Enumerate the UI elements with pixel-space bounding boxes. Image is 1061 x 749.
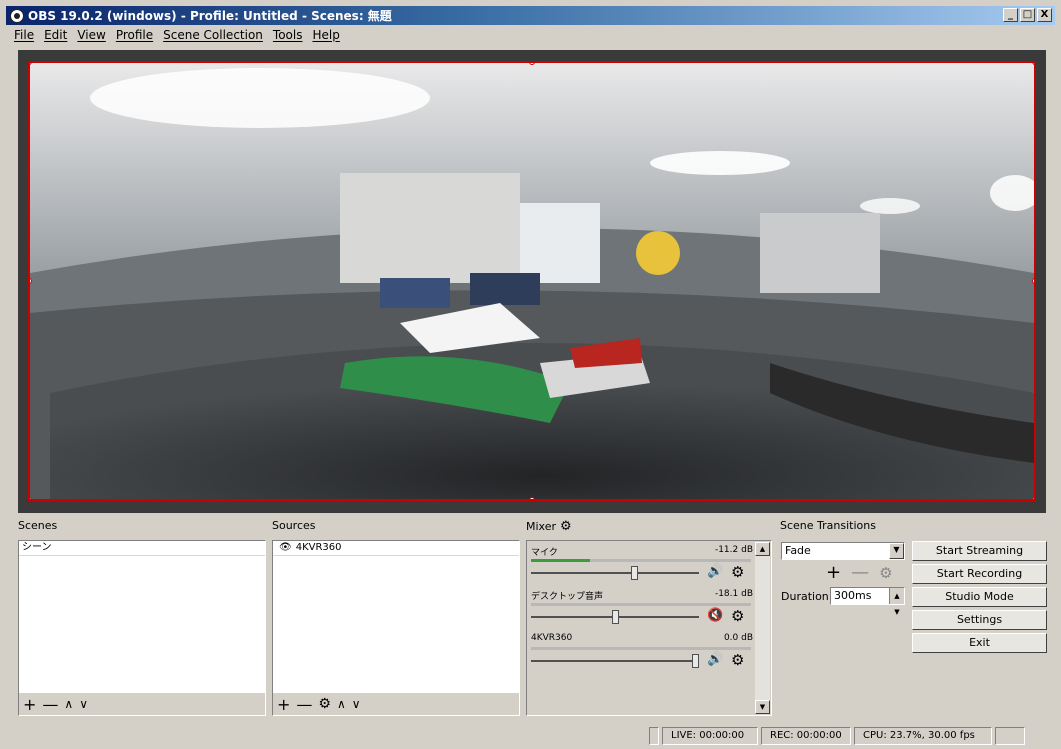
- menu-edit[interactable]: Edit: [44, 28, 67, 42]
- title-bar: OBS 19.0.2 (windows) - Profile: Untitled…: [6, 6, 1055, 25]
- scenes-panel: シーン + — ∧ ∨: [18, 540, 266, 716]
- mixer-track-db: -11.2 dB: [714, 545, 753, 555]
- menu-help[interactable]: Help: [312, 28, 339, 42]
- status-bar: LIVE: 00:00:00 REC: 00:00:00 CPU: 23.7%,…: [646, 727, 1025, 745]
- transition-gear-icon[interactable]: ⚙: [879, 564, 892, 582]
- minimize-button[interactable]: _: [1003, 8, 1018, 22]
- resize-handle-bottom[interactable]: [529, 497, 535, 499]
- obs-logo-icon: [10, 8, 24, 23]
- volume-slider-thumb[interactable]: [612, 610, 619, 624]
- sources-toolbar: + — ⚙ ∧ ∨: [273, 693, 519, 715]
- volume-slider-thumb[interactable]: [631, 566, 638, 580]
- status-spacer: [649, 727, 659, 745]
- menu-file[interactable]: File: [14, 28, 34, 42]
- scroll-up-arrow-icon[interactable]: ▲: [755, 542, 770, 556]
- volume-meter: [531, 559, 751, 562]
- status-live: LIVE: 00:00:00: [662, 727, 758, 745]
- mixer-gear-icon[interactable]: ⚙: [560, 519, 572, 534]
- volume-slider[interactable]: [531, 572, 699, 574]
- volume-slider-thumb[interactable]: [692, 654, 699, 668]
- scenes-dock-title: Scenes: [18, 519, 58, 532]
- remove-scene-button[interactable]: —: [42, 695, 58, 714]
- scene-item[interactable]: シーン: [19, 541, 265, 556]
- status-cpu: CPU: 23.7%, 30.00 fps: [854, 727, 992, 745]
- add-transition-button[interactable]: +: [826, 562, 841, 583]
- status-grip: [995, 727, 1025, 745]
- menu-tools[interactable]: Tools: [273, 28, 303, 42]
- resize-handle-top-right[interactable]: [1032, 63, 1034, 65]
- move-scene-down-button[interactable]: ∨: [79, 697, 88, 711]
- transition-select-value: Fade: [785, 544, 811, 557]
- menu-bar: File Edit View Profile Scene Collection …: [6, 26, 340, 43]
- exit-button[interactable]: Exit: [912, 633, 1047, 653]
- volume-slider[interactable]: [531, 660, 699, 662]
- window-title: OBS 19.0.2 (windows) - Profile: Untitled…: [28, 9, 392, 23]
- dropdown-arrow-icon[interactable]: ▼: [889, 543, 904, 559]
- duration-value: 300ms: [834, 589, 872, 602]
- start-streaming-button[interactable]: Start Streaming: [912, 541, 1047, 561]
- close-button[interactable]: X: [1037, 8, 1052, 22]
- source-properties-gear-icon[interactable]: ⚙: [318, 696, 331, 712]
- mixer-scrollbar[interactable]: ▲ ▼: [755, 542, 770, 714]
- source-item-label: 4KVR360: [295, 542, 342, 553]
- scroll-down-arrow-icon[interactable]: ▼: [755, 700, 770, 714]
- volume-meter: [531, 603, 751, 606]
- preview-image: [30, 63, 1034, 499]
- duration-input[interactable]: 300ms ▲ ▼: [830, 587, 905, 616]
- scenes-toolbar: + — ∧ ∨: [19, 693, 265, 715]
- studio-mode-button[interactable]: Studio Mode: [912, 587, 1047, 607]
- start-recording-button[interactable]: Start Recording: [912, 564, 1047, 584]
- mixer-track-db: 0.0 dB: [723, 633, 753, 643]
- move-scene-up-button[interactable]: ∧: [64, 697, 73, 711]
- mixer-title: Mixer: [526, 520, 557, 533]
- volume-meter: [531, 647, 751, 650]
- add-source-button[interactable]: +: [277, 695, 290, 714]
- maximize-button[interactable]: □: [1020, 8, 1035, 22]
- preview-canvas[interactable]: [28, 61, 1036, 501]
- mixer-track-name: デスクトップ音声: [531, 592, 604, 602]
- duration-label: Duration: [781, 590, 829, 603]
- menu-scene-collection[interactable]: Scene Collection: [163, 28, 263, 42]
- track-gear-icon[interactable]: ⚙: [731, 563, 744, 581]
- eye-icon[interactable]: 👁: [279, 541, 292, 555]
- remove-source-button[interactable]: —: [296, 695, 312, 714]
- volume-meter-fill: [531, 559, 591, 562]
- mixer-track-name: 4KVR360: [531, 633, 573, 643]
- move-source-up-button[interactable]: ∧: [337, 697, 346, 711]
- mixer-dock-title: Mixer ⚙: [526, 519, 572, 534]
- source-item[interactable]: 👁 4KVR360: [273, 541, 519, 556]
- track-gear-icon[interactable]: ⚙: [731, 607, 744, 625]
- mixer-track-name: マイク: [531, 548, 558, 558]
- settings-button[interactable]: Settings: [912, 610, 1047, 630]
- remove-transition-button[interactable]: —: [851, 562, 869, 583]
- menu-view[interactable]: View: [77, 28, 105, 42]
- transition-select[interactable]: Fade ▼: [781, 542, 905, 560]
- speaker-icon[interactable]: 🔊: [707, 652, 723, 667]
- track-gear-icon[interactable]: ⚙: [731, 651, 744, 669]
- mixer-track-db: -18.1 dB: [714, 589, 753, 599]
- sources-panel: 👁 4KVR360 + — ⚙ ∧ ∨: [272, 540, 520, 716]
- add-scene-button[interactable]: +: [23, 695, 36, 714]
- resize-handle-bottom-left[interactable]: [30, 497, 32, 499]
- transition-toolbar: + — ⚙: [826, 562, 893, 583]
- resize-handle-bottom-right[interactable]: [1032, 497, 1034, 499]
- sources-dock-title: Sources: [272, 519, 316, 532]
- speaker-icon[interactable]: 🔊: [707, 564, 723, 579]
- menu-profile[interactable]: Profile: [116, 28, 153, 42]
- transitions-dock-title: Scene Transitions: [780, 519, 876, 532]
- duration-spinner-icon[interactable]: ▲ ▼: [889, 588, 904, 616]
- window-controls: _ □ X: [1003, 8, 1052, 22]
- mixer-panel: マイク -11.2 dB 🔊 ⚙ デスクトップ音声 -18.1 dB 🔇 ⚙ 4…: [526, 540, 772, 716]
- move-source-down-button[interactable]: ∨: [352, 697, 361, 711]
- status-rec: REC: 00:00:00: [761, 727, 851, 745]
- speaker-muted-icon[interactable]: 🔇: [707, 608, 723, 623]
- resize-handle-right[interactable]: [1032, 278, 1034, 284]
